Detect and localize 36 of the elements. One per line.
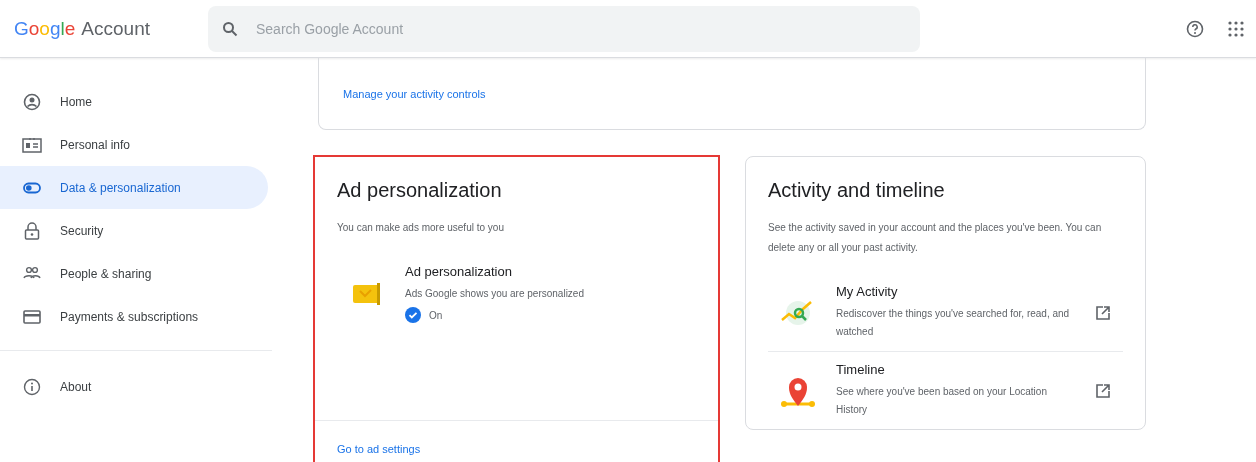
toggle-icon bbox=[23, 181, 41, 194]
item-title[interactable]: Timeline bbox=[836, 362, 1079, 377]
card-title: Activity and timeline bbox=[768, 179, 946, 202]
sidebar-item[interactable]: About bbox=[0, 365, 268, 408]
id-card-icon bbox=[22, 136, 42, 153]
card-link[interactable]: Go to ad settings bbox=[337, 443, 421, 455]
check-icon bbox=[405, 307, 421, 323]
item-title[interactable]: Ad personalization bbox=[405, 264, 696, 279]
sidebar-item[interactable]: Payments & subscriptions bbox=[0, 295, 268, 338]
search-bar[interactable]: Search Google Account bbox=[208, 5, 920, 52]
sidebar-item[interactable]: Security bbox=[0, 209, 268, 252]
help-icon[interactable] bbox=[1186, 19, 1204, 38]
account-icon bbox=[23, 92, 41, 111]
external-link-icon[interactable] bbox=[1095, 304, 1111, 321]
external-link-icon[interactable] bbox=[1095, 382, 1111, 399]
search-field[interactable]: Search Google Account bbox=[254, 19, 920, 38]
sidebar-item[interactable]: Data & personalization bbox=[0, 166, 268, 209]
sidebar-item[interactable]: People & sharing bbox=[0, 252, 268, 295]
status-text: On bbox=[429, 309, 443, 321]
lock-icon bbox=[24, 221, 40, 240]
info-icon bbox=[23, 377, 41, 396]
credit-card-icon bbox=[23, 309, 41, 324]
apps-icon[interactable] bbox=[1228, 20, 1244, 37]
sidebar-item[interactable]: Personal info bbox=[0, 123, 268, 166]
card-description: See the activity saved in your account and the places you've been. You can delete any or all your past activity. bbox=[768, 221, 1103, 255]
card-title: Ad personalization bbox=[337, 179, 503, 202]
google-logo[interactable]: Google bbox=[14, 17, 76, 40]
card-link[interactable]: Manage your activity controls bbox=[343, 87, 486, 100]
search-icon bbox=[222, 20, 238, 37]
item-description: See where you've been based on your Location History bbox=[836, 385, 1048, 417]
product-name: Account bbox=[81, 17, 150, 40]
sidebar-item[interactable]: Home bbox=[0, 80, 268, 123]
item-description: Rediscover the things you've searched for, read, and watched bbox=[836, 307, 1071, 339]
item-title[interactable]: My Activity bbox=[836, 284, 1079, 299]
card-description: You can make ads more useful to you bbox=[337, 221, 505, 235]
item-description: Ads Google shows you are personalized bbox=[405, 287, 585, 301]
